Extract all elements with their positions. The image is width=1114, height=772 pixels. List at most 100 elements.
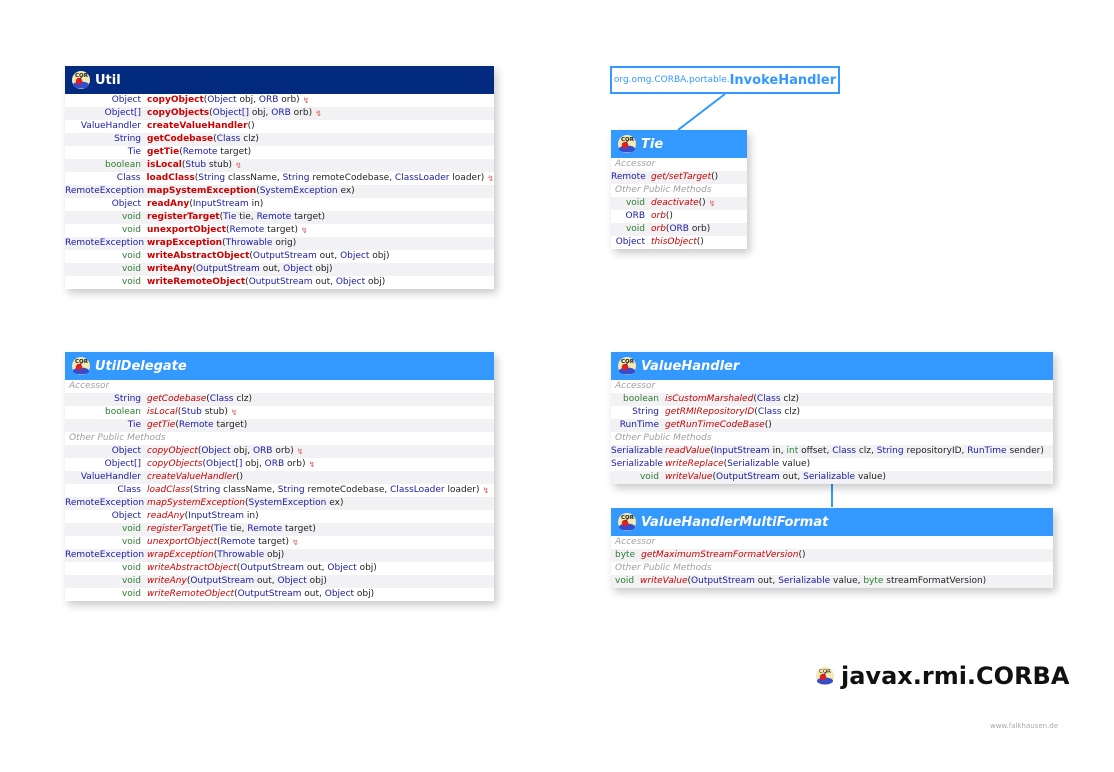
method-name[interactable]: writeAny xyxy=(147,575,187,588)
method-name[interactable]: writeRemoteObject xyxy=(147,276,245,289)
method-row[interactable]: RemoteException wrapException (Throwable … xyxy=(65,549,494,562)
method-name[interactable]: registerTarget xyxy=(147,211,220,224)
method-name[interactable]: thisObject xyxy=(651,236,697,249)
method-name[interactable]: writeReplace xyxy=(665,458,724,471)
method-name[interactable]: getRunTimeCodeBase xyxy=(665,419,765,432)
method-name[interactable]: copyObjects xyxy=(147,458,203,471)
method-name[interactable]: getTie xyxy=(147,419,175,432)
method-name[interactable]: getTie xyxy=(147,146,179,159)
param-type: String xyxy=(193,485,221,495)
method-row[interactable]: void writeValue (OutputStream out, Serial… xyxy=(611,471,1053,484)
box-title[interactable]: ValueHandler xyxy=(641,359,739,374)
method-row[interactable]: RemoteException mapSystemException (Syste… xyxy=(65,497,494,510)
method-row[interactable]: Class loadClass (String className, String… xyxy=(65,484,494,497)
method-name[interactable]: mapSystemException xyxy=(147,497,245,510)
interface-valuehandlermultiformat[interactable]: COR ValueHandlerMultiFormat Accessor byte ge… xyxy=(611,508,1053,588)
method-row[interactable]: Remote get/setTarget () xyxy=(611,171,747,184)
method-name[interactable]: writeValue xyxy=(665,471,712,484)
box-title[interactable]: UtilDelegate xyxy=(95,359,187,374)
method-row[interactable]: void registerTarget (Tie tie, Remote targ… xyxy=(65,523,494,536)
method-name[interactable]: writeRemoteObject xyxy=(147,588,234,601)
method-name[interactable]: unexportObject xyxy=(147,536,217,549)
method-row[interactable]: Object[] copyObjects (Object[] obj, ORB o… xyxy=(65,107,494,120)
method-name[interactable]: getCodebase xyxy=(147,133,213,146)
method-name[interactable]: wrapException xyxy=(147,549,214,562)
method-name[interactable]: copyObject xyxy=(147,94,204,107)
method-row[interactable]: Object copyObject (Object obj, ORB orb) ↯ xyxy=(65,445,494,458)
method-row[interactable]: Tie getTie (Remote target) xyxy=(65,419,494,432)
method-row[interactable]: Object copyObject (Object obj, ORB orb) ↯ xyxy=(65,94,494,107)
method-row[interactable]: void writeValue (OutputStream out, Serial… xyxy=(611,575,1053,588)
method-name[interactable]: deactivate xyxy=(651,197,699,210)
method-name[interactable]: orb xyxy=(651,223,666,236)
method-name[interactable]: getRMIRepositoryID xyxy=(665,406,754,419)
method-row[interactable]: Object readAny (InputStream in) xyxy=(65,510,494,523)
method-row[interactable]: boolean isLocal (Stub stub) ↯ xyxy=(65,159,494,172)
box-title[interactable]: Tie xyxy=(641,137,663,152)
method-row[interactable]: ValueHandler createValueHandler () xyxy=(65,471,494,484)
method-row[interactable]: Object readAny (InputStream in) xyxy=(65,198,494,211)
method-name[interactable]: writeAny xyxy=(147,263,192,276)
method-row[interactable]: void orb (ORB orb) xyxy=(611,223,747,236)
method-row[interactable]: boolean isLocal (Stub stub) ↯ xyxy=(65,406,494,419)
method-row[interactable]: void unexportObject (Remote target) ↯ xyxy=(65,536,494,549)
method-row[interactable]: Tie getTie (Remote target) xyxy=(65,146,494,159)
method-name[interactable]: loadClass xyxy=(146,172,194,185)
method-name[interactable]: registerTarget xyxy=(147,523,210,536)
method-name[interactable]: createValueHandler xyxy=(147,471,236,484)
method-row[interactable]: void unexportObject (Remote target) ↯ xyxy=(65,224,494,237)
method-name[interactable]: mapSystemException xyxy=(147,185,256,198)
method-row[interactable]: byte getMaximumStreamFormatVersion () xyxy=(611,549,1053,562)
method-row[interactable]: void writeRemoteObject (OutputStream out,… xyxy=(65,588,494,601)
interface-valuehandler[interactable]: COR ValueHandler Accessor boolean isCustomMa… xyxy=(611,352,1053,484)
method-name[interactable]: get/setTarget xyxy=(651,171,711,184)
method-row[interactable]: String getCodebase (Class clz) xyxy=(65,133,494,146)
method-row[interactable]: void writeAbstractObject (OutputStream ou… xyxy=(65,562,494,575)
return-type: boolean xyxy=(105,160,141,170)
method-row[interactable]: Class loadClass (String className, String… xyxy=(65,172,494,185)
method-row[interactable]: void writeAbstractObject (OutputStream ou… xyxy=(65,250,494,263)
method-row[interactable]: RemoteException mapSystemException (Syste… xyxy=(65,185,494,198)
method-name[interactable]: createValueHandler xyxy=(147,120,248,133)
method-name[interactable]: copyObject xyxy=(147,445,198,458)
method-row[interactable]: Object thisObject () xyxy=(611,236,747,249)
method-name[interactable]: isLocal xyxy=(147,159,182,172)
method-row[interactable]: RunTime getRunTimeCodeBase () xyxy=(611,419,1053,432)
method-row[interactable]: boolean isCustomMarshaled (Class clz) xyxy=(611,393,1053,406)
method-name[interactable]: copyObjects xyxy=(147,107,209,120)
method-row[interactable]: Object[] copyObjects (Object[] obj, ORB o… xyxy=(65,458,494,471)
box-title[interactable]: Util xyxy=(95,73,121,88)
method-row[interactable]: void writeRemoteObject (OutputStream out,… xyxy=(65,276,494,289)
method-row[interactable]: void deactivate () ↯ xyxy=(611,197,747,210)
method-row[interactable]: ORB orb () xyxy=(611,210,747,223)
interface-tie[interactable]: COR Tie Accessor Remote get/setTarget () Othe… xyxy=(611,130,747,249)
method-name[interactable]: writeAbstractObject xyxy=(147,562,237,575)
method-name[interactable]: isCustomMarshaled xyxy=(665,393,753,406)
method-row[interactable]: String getRMIRepositoryID (Class clz) xyxy=(611,406,1053,419)
method-row[interactable]: void registerTarget (Tie tie, Remote targ… xyxy=(65,211,494,224)
method-name[interactable]: loadClass xyxy=(147,484,190,497)
method-name[interactable]: unexportObject xyxy=(147,224,226,237)
method-name[interactable]: isLocal xyxy=(147,406,178,419)
method-name[interactable]: writeValue xyxy=(640,575,687,588)
interface-utildelegate[interactable]: COR UtilDelegate Accessor String getCodebase… xyxy=(65,352,494,601)
class-util[interactable]: COR Util Object copyObject (Object obj, ORB… xyxy=(65,66,494,289)
method-name[interactable]: orb xyxy=(651,210,666,223)
method-row[interactable]: void writeAny (OutputStream out, Object o… xyxy=(65,263,494,276)
method-row[interactable]: ValueHandler createValueHandler () xyxy=(65,120,494,133)
method-name[interactable]: wrapException xyxy=(147,237,222,250)
box-title[interactable]: ValueHandlerMultiFormat xyxy=(641,515,828,530)
param-type: Throwable xyxy=(225,238,273,248)
method-row[interactable]: void writeAny (OutputStream out, Object o… xyxy=(65,575,494,588)
method-name[interactable]: getMaximumStreamFormatVersion xyxy=(641,549,798,562)
method-name[interactable]: writeAbstractObject xyxy=(147,250,249,263)
method-row[interactable]: Serializable readValue (InputStream in, i… xyxy=(611,445,1053,458)
method-row[interactable]: String getCodebase (Class clz) xyxy=(65,393,494,406)
method-row[interactable]: RemoteException wrapException (Throwable … xyxy=(65,237,494,250)
method-row[interactable]: Serializable writeReplace (Serializable v… xyxy=(611,458,1053,471)
method-name[interactable]: readAny xyxy=(147,510,185,523)
method-name[interactable]: getCodebase xyxy=(147,393,206,406)
method-name[interactable]: readValue xyxy=(665,445,710,458)
method-name[interactable]: readAny xyxy=(147,198,189,211)
external-interface-invokehandler[interactable]: org.omg.CORBA.portable. InvokeHandler xyxy=(610,66,840,94)
